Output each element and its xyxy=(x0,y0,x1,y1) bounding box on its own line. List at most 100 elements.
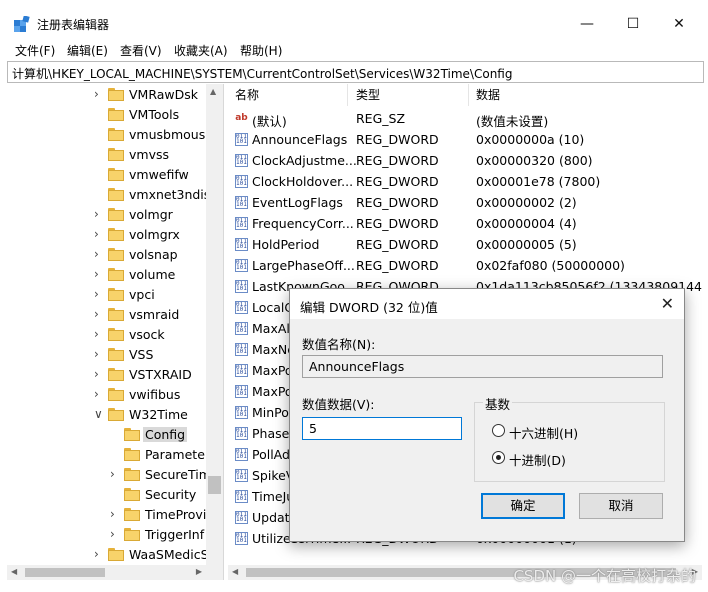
menu-help[interactable]: 帮助(H) xyxy=(240,42,282,59)
chevron-right-icon[interactable]: › xyxy=(94,288,102,300)
watermark: CSDN @一个在高校打杂的 xyxy=(513,567,696,585)
string-value-icon: ab xyxy=(235,112,248,125)
value-data: 0x00000320 (800) xyxy=(476,153,593,168)
binary-value-icon: 0110 1010 xyxy=(235,196,248,209)
binary-value-icon: 0110 1010 xyxy=(235,280,248,293)
value-type: REG_DWORD xyxy=(356,174,439,189)
value-name: MinPo xyxy=(252,405,289,420)
tree-item-label: VSTXRAID xyxy=(129,367,192,382)
tree-item-label: vpci xyxy=(129,287,155,302)
value-row[interactable]: 0110 1010 AnnounceFlags REG_DWORD 0x0000000… xyxy=(228,129,702,150)
value-type: REG_DWORD xyxy=(356,153,439,168)
chevron-right-icon[interactable]: › xyxy=(94,228,102,240)
dialog-close-button[interactable]: ✕ xyxy=(661,294,674,313)
radio-dec-label[interactable]: 十进制(D) xyxy=(509,450,566,469)
binary-value-icon: 0110 1010 xyxy=(235,133,248,146)
chevron-right-icon[interactable]: › xyxy=(94,208,102,220)
value-type: REG_DWORD xyxy=(356,195,439,210)
chevron-right-icon[interactable]: › xyxy=(94,268,102,280)
minimize-button[interactable]: — xyxy=(564,8,610,40)
value-data: 0x00000002 (2) xyxy=(476,195,577,210)
chevron-right-icon[interactable]: › xyxy=(110,468,118,480)
address-path: 计算机\HKEY_LOCAL_MACHINE\SYSTEM\CurrentCon… xyxy=(12,67,513,81)
tree-scroll-thumb[interactable] xyxy=(208,476,221,494)
column-header-type[interactable]: 类型 xyxy=(356,84,469,106)
scroll-left-icon[interactable]: ◀ xyxy=(11,567,17,576)
folder-icon xyxy=(108,128,124,141)
tree-hscroll-thumb[interactable] xyxy=(25,568,105,577)
chevron-right-icon[interactable]: › xyxy=(94,368,102,380)
value-row[interactable]: 0110 1010 LargePhaseOff...REG_DWORD 0x02fa… xyxy=(228,255,702,276)
chevron-right-icon[interactable]: › xyxy=(94,548,102,560)
folder-icon xyxy=(108,108,124,121)
chevron-right-icon[interactable]: › xyxy=(94,388,102,400)
value-name: ClockHoldover... xyxy=(252,174,354,189)
value-name: MaxAl xyxy=(252,321,290,336)
scroll-up-icon[interactable]: ▲ xyxy=(210,87,216,96)
menu-file[interactable]: 文件(F) xyxy=(15,42,55,59)
value-name: EventLogFlags xyxy=(252,195,343,210)
dialog-title: 编辑 DWORD (32 位)值 xyxy=(300,300,438,315)
folder-icon xyxy=(108,268,124,281)
value-row[interactable]: 0110 1010 ClockHoldover...REG_DWORD 0x0000… xyxy=(228,171,702,192)
tree-item-label: W32Time xyxy=(129,407,188,422)
binary-value-icon: 0110 1010 xyxy=(235,343,248,356)
value-data: (数值未设置) xyxy=(476,114,549,129)
value-name: MaxPo xyxy=(252,363,293,378)
tree-item-label: VMTools xyxy=(129,107,180,122)
value-row[interactable]: 0110 1010 FrequencyCorr...REG_DWORD 0x0000… xyxy=(228,213,702,234)
maximize-button[interactable]: ☐ xyxy=(610,8,656,40)
tree-item-label: vsmraid xyxy=(129,307,180,322)
value-name: TimeJu xyxy=(252,489,295,504)
radio-hex-label[interactable]: 十六进制(H) xyxy=(509,423,578,442)
key-tree: › VMRawDsk VMTools vmusbmouse vmvss vmwefifw v… xyxy=(7,84,224,580)
chevron-right-icon[interactable]: › xyxy=(110,508,118,520)
value-name: LargePhaseOff... xyxy=(252,258,355,273)
folder-icon xyxy=(108,208,124,221)
folder-icon xyxy=(124,428,140,441)
chevron-right-icon[interactable]: › xyxy=(94,328,102,340)
chevron-right-icon[interactable]: › xyxy=(94,348,102,360)
address-bar[interactable]: 计算机\HKEY_LOCAL_MACHINE\SYSTEM\CurrentCon… xyxy=(7,61,704,83)
menu-bar: 文件(F) 编辑(E) 查看(V) 收藏夹(A) 帮助(H) xyxy=(0,40,708,60)
value-row[interactable]: 0110 1010 ClockAdjustme...REG_DWORD 0x0000… xyxy=(228,150,702,171)
menu-view[interactable]: 查看(V) xyxy=(120,42,162,59)
scroll-right-icon[interactable]: ▶ xyxy=(196,567,202,576)
menu-edit[interactable]: 编辑(E) xyxy=(67,42,108,59)
value-data-input[interactable]: 5 xyxy=(302,417,462,440)
chevron-right-icon[interactable]: › xyxy=(110,528,118,540)
chevron-right-icon[interactable]: › xyxy=(94,248,102,260)
tree-item-label: vmvss xyxy=(129,147,169,162)
chevron-right-icon[interactable]: › xyxy=(94,88,102,100)
chevron-right-icon[interactable]: › xyxy=(94,308,102,320)
value-data-label: 数值数据(V): xyxy=(302,397,375,412)
tree-item-label: volsnap xyxy=(129,247,178,262)
value-row[interactable]: 0110 1010 EventLogFlags REG_DWORD 0x0000000… xyxy=(228,192,702,213)
scroll-left-icon[interactable]: ◀ xyxy=(232,567,238,576)
column-header-data[interactable]: 数据 xyxy=(476,84,702,106)
binary-value-icon: 0110 1010 xyxy=(235,448,248,461)
value-row[interactable]: 0110 1010 HoldPeriod REG_DWORD 0x00000005 (… xyxy=(228,234,702,255)
chevron-down-icon[interactable]: ∨ xyxy=(94,408,103,420)
value-type: REG_DWORD xyxy=(356,258,439,273)
value-row[interactable]: ab (默认) REG_SZ (数值未设置) xyxy=(228,108,702,129)
cancel-button[interactable]: 取消 xyxy=(579,493,663,519)
tree-vertical-scrollbar[interactable]: ▲ xyxy=(206,84,223,580)
folder-icon xyxy=(124,528,140,541)
folder-icon xyxy=(108,548,124,561)
ok-button[interactable]: 确定 xyxy=(481,493,565,519)
close-button[interactable]: ✕ xyxy=(656,8,702,40)
column-header-name[interactable]: 名称 xyxy=(235,84,348,106)
folder-icon xyxy=(108,188,124,201)
radio-dec[interactable] xyxy=(492,451,505,464)
radio-hex[interactable] xyxy=(492,424,505,437)
folder-icon xyxy=(108,368,124,381)
binary-value-icon: 0110 1010 xyxy=(235,322,248,335)
menu-favorites[interactable]: 收藏夹(A) xyxy=(174,42,228,59)
value-name: Updat xyxy=(252,510,290,525)
tree-item-label: TimeProvi xyxy=(145,507,207,522)
tree-item-label: WaaSMedicS xyxy=(129,547,209,562)
folder-icon xyxy=(108,388,124,401)
tree-horizontal-scrollbar[interactable]: ◀ ▶ xyxy=(7,565,206,580)
tree-item-label: vmwefifw xyxy=(129,167,189,182)
